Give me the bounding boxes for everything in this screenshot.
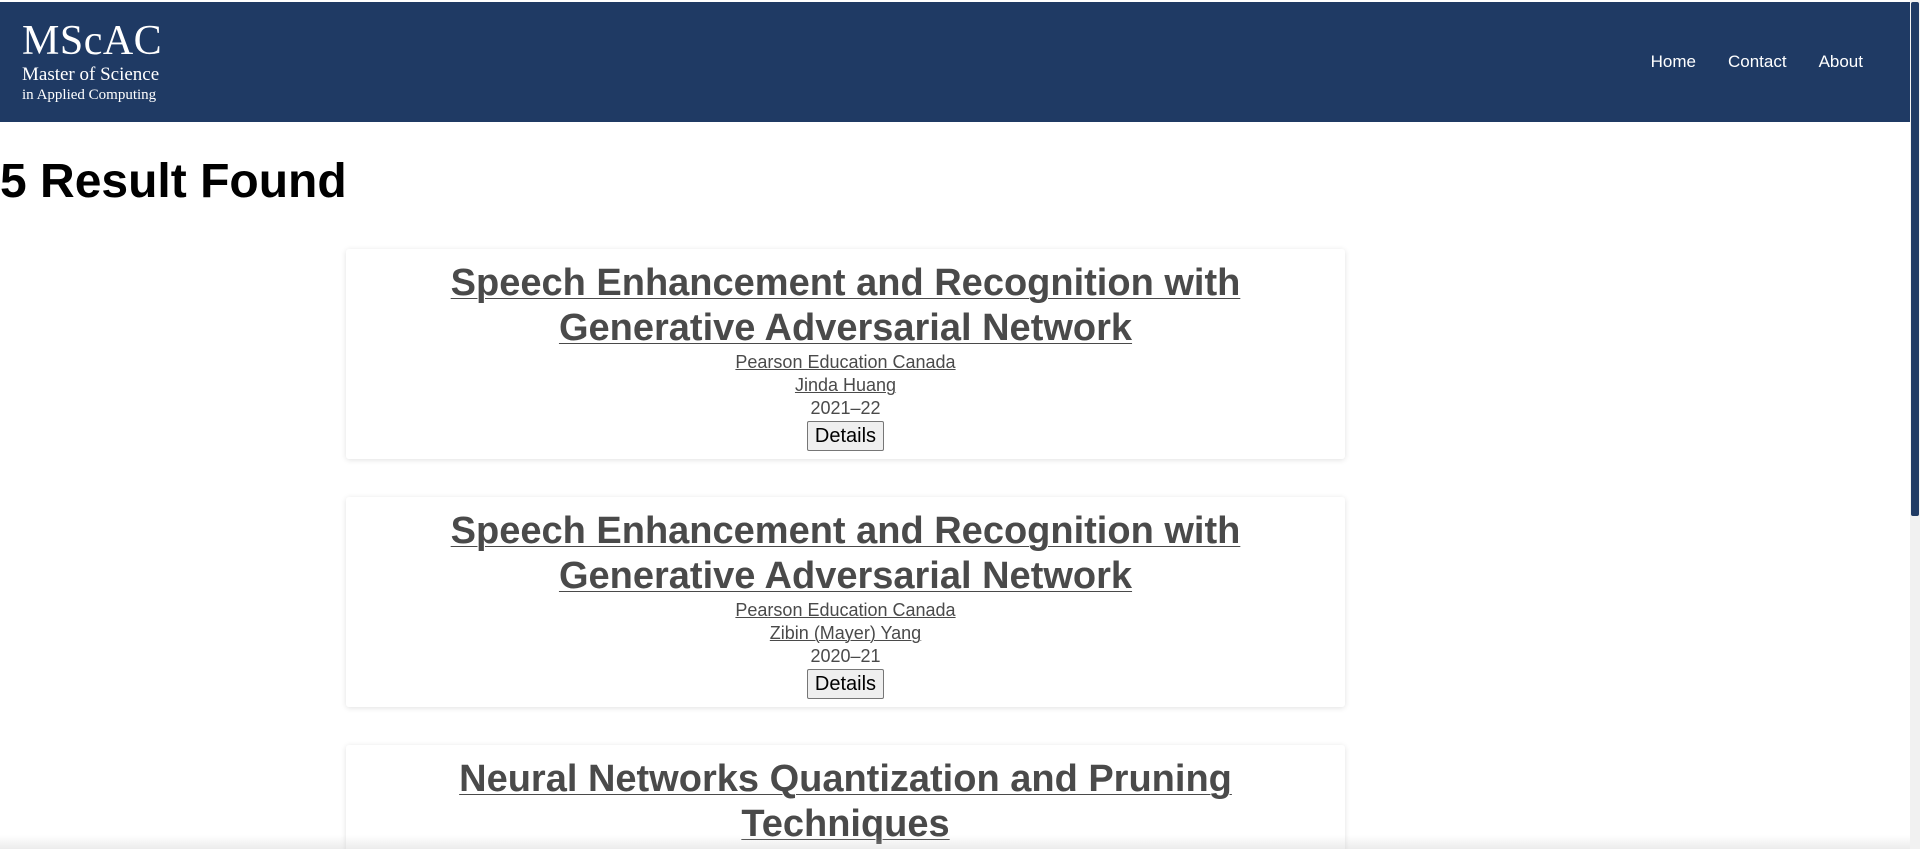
details-button[interactable]: Details — [806, 421, 885, 451]
logo-title: MScAC — [22, 18, 163, 64]
vertical-scrollbar[interactable] — [1910, 0, 1920, 849]
project-card: Speech Enhancement and Recognition with … — [346, 497, 1345, 707]
project-title-link[interactable]: Neural Networks Quantization and Pruning… — [436, 757, 1256, 847]
page: MScAC Master of Science in Applied Compu… — [0, 0, 1920, 849]
site-logo[interactable]: MScAC Master of Science in Applied Compu… — [22, 18, 162, 104]
scrollbar-thumb[interactable] — [1911, 2, 1919, 516]
nav-contact-link[interactable]: Contact — [1728, 52, 1787, 72]
nav-about-link[interactable]: About — [1819, 52, 1863, 72]
project-year: 2020–21 — [810, 646, 881, 666]
student-link[interactable]: Zibin (Mayer) Yang — [770, 623, 921, 643]
organization-link[interactable]: Pearson Education Canada — [735, 352, 955, 372]
organization-link[interactable]: Pearson Education Canada — [735, 600, 955, 620]
logo-subtitle-line2: in Applied Computing — [22, 87, 157, 103]
site-header: MScAC Master of Science in Applied Compu… — [0, 2, 1910, 122]
student-link[interactable]: Jinda Huang — [795, 375, 896, 395]
project-title-link[interactable]: Speech Enhancement and Recognition with … — [436, 509, 1256, 599]
logo-subtitle-line1: Master of Science — [22, 64, 160, 85]
project-card: Speech Enhancement and Recognition with … — [346, 249, 1345, 459]
project-card: Neural Networks Quantization and Pruning… — [346, 745, 1345, 849]
bottom-shadow — [0, 835, 1910, 849]
nav-home-link[interactable]: Home — [1651, 52, 1696, 72]
details-button[interactable]: Details — [806, 669, 885, 699]
project-year: 2021–22 — [810, 398, 881, 418]
project-title-link[interactable]: Speech Enhancement and Recognition with … — [436, 261, 1256, 351]
results-heading: 5 Result Found — [0, 155, 347, 208]
main-nav: Home Contact About — [1651, 52, 1863, 72]
